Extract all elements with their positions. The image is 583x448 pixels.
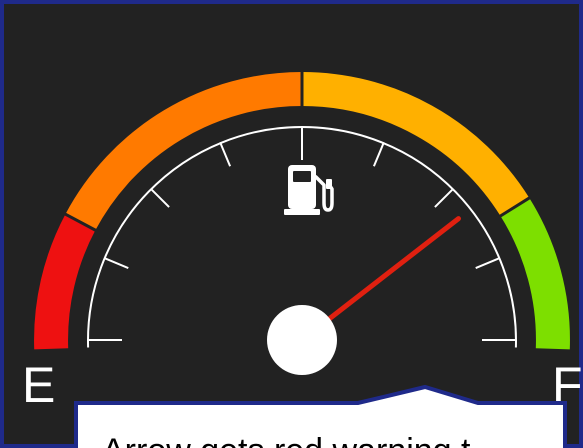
fuel-gauge-panel: E F Arrow gets red warning t: [0, 0, 583, 448]
fuel-gauge: E F Arrow gets red warning t: [0, 0, 583, 448]
needle-hub: [267, 305, 337, 375]
callout-text: Arrow gets red warning t: [102, 432, 471, 448]
empty-label: E: [22, 357, 55, 413]
